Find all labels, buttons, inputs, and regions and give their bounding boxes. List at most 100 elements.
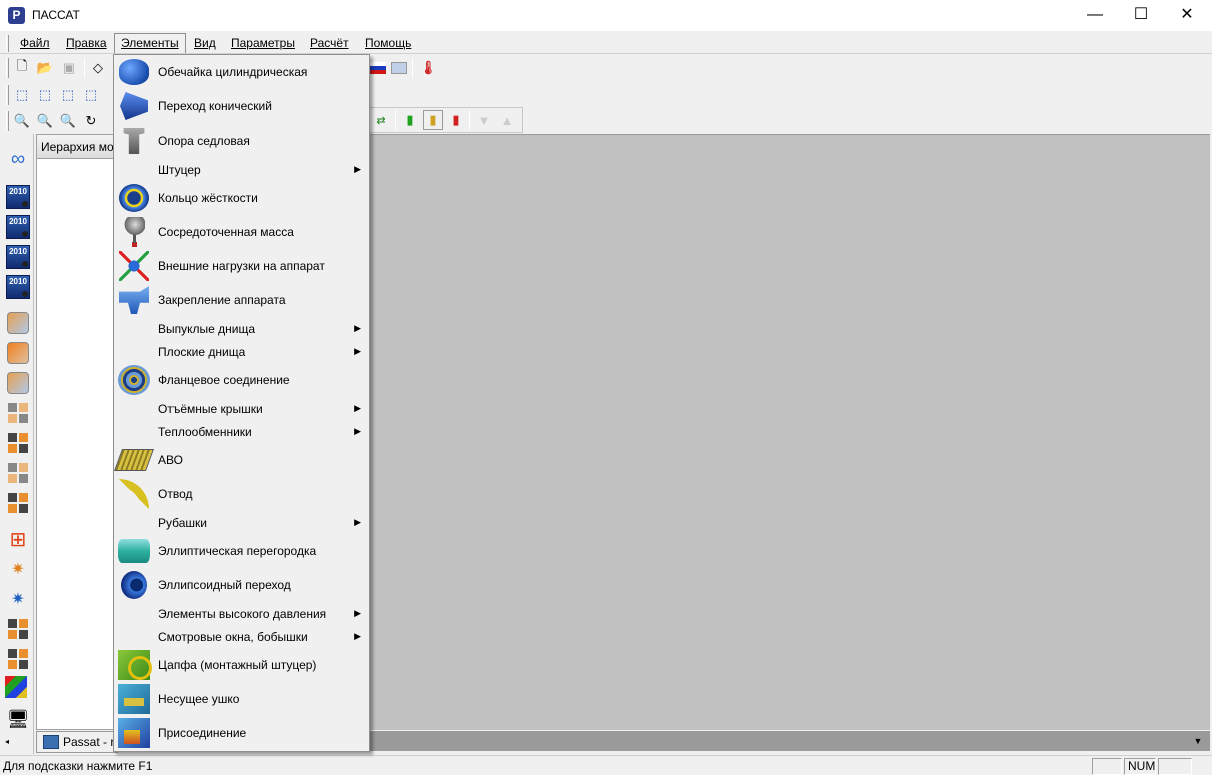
menu-item-15[interactable]: Отвод bbox=[114, 477, 369, 511]
workspace-area[interactable] bbox=[370, 134, 1210, 730]
green-arrow-icon[interactable]: ⇄ bbox=[371, 110, 391, 130]
menu-edit[interactable]: Правка bbox=[60, 33, 113, 53]
menu-item-label: Эллипсоидный переход bbox=[158, 578, 291, 592]
menu-item-14[interactable]: АВО bbox=[113, 443, 369, 477]
toolbar-separator bbox=[395, 110, 396, 130]
close-button[interactable]: ✕ bbox=[1164, 0, 1210, 31]
computer-icon[interactable]: 🖥 bbox=[5, 706, 31, 732]
menu-item-label: Несущее ушко bbox=[158, 692, 240, 706]
menu-item-21[interactable]: Цапфа (монтажный штуцер) bbox=[114, 648, 369, 682]
year-2010-icon[interactable]: 2010 bbox=[5, 214, 31, 240]
new-file-icon[interactable]: 🗋 bbox=[12, 58, 32, 78]
submenu-arrow-icon: ▶ bbox=[354, 608, 361, 618]
menu-item-6[interactable]: Сосредоточенная масса bbox=[114, 215, 369, 249]
menu-item-9[interactable]: Выпуклые днища ▶ bbox=[114, 317, 369, 340]
menu-item-4[interactable]: Штуцер ▶ bbox=[114, 158, 369, 181]
menu-item-5[interactable]: Кольцо жёсткости bbox=[114, 181, 369, 215]
menu-parameters[interactable]: Параметры bbox=[225, 33, 301, 53]
traffic-light-green-icon[interactable]: ▮ bbox=[400, 110, 420, 130]
view-front-icon[interactable]: ⬚ bbox=[12, 85, 32, 105]
grid-module-icon[interactable] bbox=[5, 430, 31, 456]
menu-item-8[interactable]: Закрепление аппарата bbox=[114, 283, 369, 317]
submenu-arrow-icon: ▶ bbox=[354, 517, 361, 527]
grid-module-icon[interactable] bbox=[5, 616, 31, 642]
module-8-icon[interactable]: ✷ bbox=[5, 556, 31, 582]
menu-item-12[interactable]: Отъёмные крышки ▶ bbox=[114, 397, 369, 420]
move-up-icon[interactable]: ▲ bbox=[497, 110, 517, 130]
cylinder-shell-icon bbox=[117, 56, 151, 88]
grid-module-icon[interactable] bbox=[5, 646, 31, 672]
thermometer-icon[interactable]: 🌡 bbox=[418, 58, 438, 78]
toolbar-grip[interactable] bbox=[6, 58, 9, 78]
flange-joint-icon bbox=[117, 364, 151, 396]
year-2010-icon[interactable]: 2010 bbox=[5, 244, 31, 270]
menu-item-10[interactable]: Плоские днища ▶ bbox=[114, 340, 369, 363]
gear-module-icon[interactable] bbox=[5, 340, 31, 366]
eraser-icon[interactable]: ◇ bbox=[88, 58, 108, 78]
save-icon[interactable]: ▣ bbox=[59, 58, 79, 78]
grid-module-icon[interactable] bbox=[5, 460, 31, 486]
view-side-icon[interactable]: ⬚ bbox=[58, 85, 78, 105]
menu-elements[interactable]: Элементы bbox=[114, 33, 186, 53]
menu-item-11[interactable]: Фланцевое соединение bbox=[114, 363, 369, 397]
year-2010-icon[interactable]: 2010 bbox=[5, 274, 31, 300]
grid-module-icon[interactable] bbox=[5, 400, 31, 426]
menu-item-label: Переход конический bbox=[158, 99, 272, 113]
open-folder-icon[interactable]: 📂 bbox=[35, 58, 55, 78]
toolbar-grip[interactable] bbox=[6, 85, 9, 105]
menu-calculation[interactable]: Расчёт bbox=[304, 33, 355, 53]
elements-menu-dropdown: Обечайка цилиндрическая Переход конически… bbox=[113, 54, 370, 752]
menu-item-19[interactable]: Элементы высокого давления ▶ bbox=[114, 602, 369, 625]
menu-item-17[interactable]: Эллиптическая перегородка bbox=[114, 534, 369, 568]
russian-flag-icon[interactable] bbox=[370, 62, 386, 74]
menu-view[interactable]: Вид bbox=[188, 33, 222, 53]
menu-item-label: АВО bbox=[158, 453, 183, 467]
toolbar-zoom: 🔍 🔍 🔍 ↻ bbox=[0, 108, 114, 134]
traffic-light-yellow-icon[interactable]: ▮ bbox=[423, 110, 443, 130]
menu-item-13[interactable]: Теплообменники ▶ bbox=[114, 420, 369, 443]
submenu-arrow-icon: ▶ bbox=[354, 346, 361, 356]
maximize-button[interactable]: ☐ bbox=[1118, 0, 1164, 31]
menu-item-1[interactable]: Обечайка цилиндрическая bbox=[114, 55, 369, 89]
menu-item-23[interactable]: Присоединение bbox=[114, 716, 369, 750]
english-flag-icon[interactable] bbox=[391, 62, 407, 74]
menu-item-22[interactable]: Несущее ушко bbox=[114, 682, 369, 716]
module-5-icon[interactable]: ✷ bbox=[5, 586, 31, 612]
document-tab-label: Passat - r bbox=[63, 735, 115, 749]
windows-logo-icon[interactable]: ⊞ bbox=[5, 526, 31, 552]
zoom-icon[interactable]: 🔍 bbox=[58, 111, 78, 131]
menu-item-label: Штуцер bbox=[158, 162, 201, 177]
toolbar-grip[interactable] bbox=[6, 111, 9, 131]
rotate-icon[interactable]: ↻ bbox=[81, 111, 101, 131]
infinity-icon[interactable]: ∞ bbox=[5, 146, 31, 172]
zoom-window-icon[interactable]: 🔍 bbox=[12, 111, 32, 131]
menu-item-18[interactable]: Эллипсоидный переход bbox=[114, 568, 369, 602]
puzzle-icon[interactable] bbox=[5, 676, 27, 698]
menu-item-label: Опора седловая bbox=[158, 133, 250, 148]
menu-item-3[interactable]: Опора седловая bbox=[114, 123, 369, 158]
toolbar-traffic: ⇄ ▮ ▮ ▮ ▼ ▲ bbox=[368, 107, 523, 133]
year-2010-icon[interactable]: 2010 bbox=[5, 184, 31, 210]
elliptical-partition-icon bbox=[117, 535, 151, 567]
move-down-icon[interactable]: ▼ bbox=[474, 110, 494, 130]
view-iso-icon[interactable]: ⬚ bbox=[81, 85, 101, 105]
traffic-light-red-icon[interactable]: ▮ bbox=[446, 110, 466, 130]
gear-module-icon[interactable] bbox=[5, 310, 31, 336]
minimize-button[interactable]: — bbox=[1072, 0, 1118, 31]
menu-help[interactable]: Помощь bbox=[359, 33, 417, 53]
document-tab[interactable]: Passat - r bbox=[36, 731, 118, 753]
gear-module-icon[interactable] bbox=[5, 370, 31, 396]
scroll-left-icon[interactable]: ◂ bbox=[0, 734, 14, 750]
menu-item-label: Обечайка цилиндрическая bbox=[158, 65, 308, 79]
menu-item-20[interactable]: Смотровые окна, бобышки ▶ bbox=[114, 625, 369, 648]
zoom-extents-icon[interactable]: 🔍 bbox=[35, 111, 55, 131]
view-top-icon[interactable]: ⬚ bbox=[35, 85, 55, 105]
menu-item-7[interactable]: Внешние нагрузки на аппарат bbox=[114, 249, 369, 283]
menu-file[interactable]: Файл bbox=[14, 33, 56, 53]
tab-list-dropdown-icon[interactable]: ▼ bbox=[1190, 733, 1206, 749]
menu-item-2[interactable]: Переход конический bbox=[114, 89, 369, 123]
menu-grip[interactable] bbox=[6, 35, 9, 52]
submenu-arrow-icon: ▶ bbox=[354, 631, 361, 641]
menu-item-16[interactable]: Рубашки ▶ bbox=[114, 511, 369, 534]
grid-module-icon[interactable] bbox=[5, 490, 31, 516]
